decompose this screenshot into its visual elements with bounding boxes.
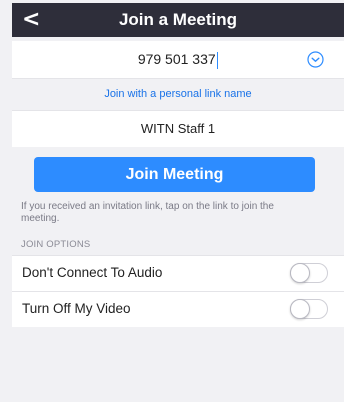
meeting-id-field[interactable]: 979 501 337: [12, 41, 344, 78]
display-name-input[interactable]: WITN Staff 1: [12, 111, 344, 147]
turn-off-video-toggle[interactable]: [290, 299, 328, 319]
toggle-knob: [290, 263, 310, 283]
personal-link-name-link[interactable]: Join with a personal link name: [12, 79, 344, 110]
option-row-dont-connect-audio: Don't Connect To Audio: [12, 255, 344, 291]
display-name-field[interactable]: WITN Staff 1: [12, 111, 344, 147]
option-label: Turn Off My Video: [22, 301, 131, 316]
option-row-turn-off-video: Turn Off My Video: [12, 291, 344, 327]
join-meeting-button[interactable]: Join Meeting: [34, 157, 315, 192]
invitation-hint-text: If you received an invitation link, tap …: [21, 201, 274, 224]
nav-bar: < Join a Meeting: [12, 3, 344, 37]
meeting-id-input[interactable]: 979 501 337: [12, 41, 344, 78]
dont-connect-audio-toggle[interactable]: [290, 263, 328, 283]
meeting-id-value: 979 501 337: [137, 51, 216, 67]
personal-link-row: Join with a personal link name: [12, 78, 344, 111]
join-options-header: JOIN OPTIONS: [21, 239, 91, 250]
page-title: Join a Meeting: [118, 10, 238, 29]
option-label: Don't Connect To Audio: [22, 265, 163, 280]
chevron-down-circle-icon[interactable]: [307, 51, 324, 68]
toggle-knob: [290, 299, 310, 319]
text-cursor: [216, 51, 219, 69]
